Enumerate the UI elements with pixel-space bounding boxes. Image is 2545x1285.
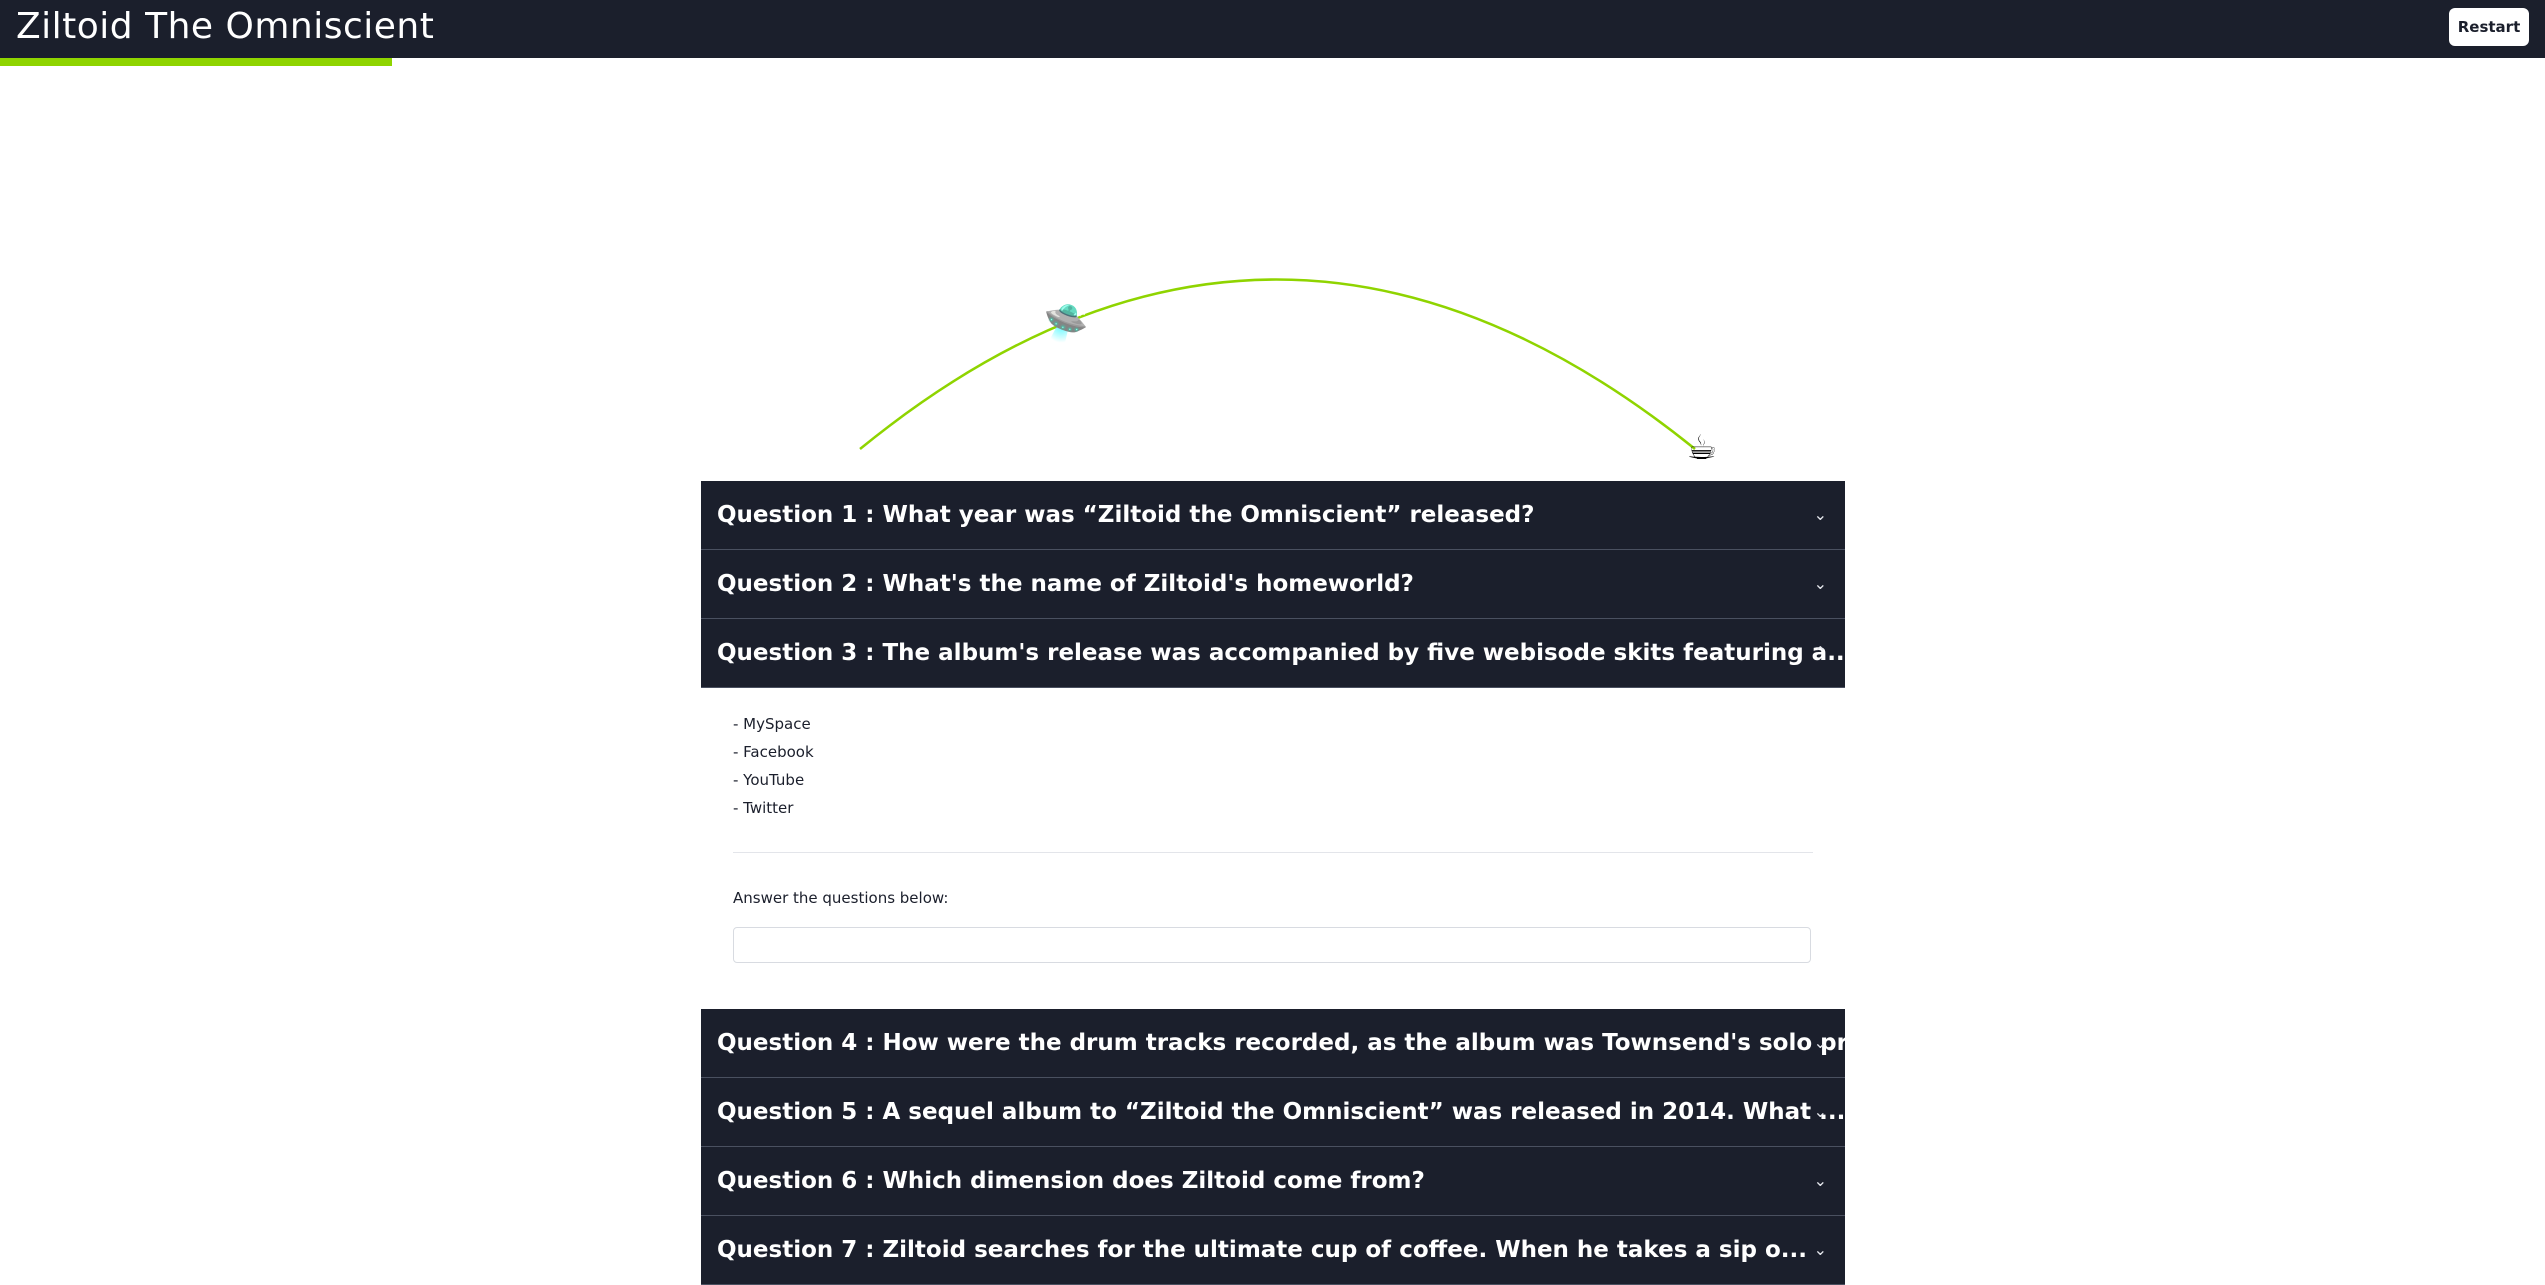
option-item: - MySpace [733, 715, 811, 733]
divider [733, 852, 1813, 853]
question-3-body: - MySpace - Facebook - YouTube - Twitter… [701, 688, 1845, 1009]
chevron-down-icon: ⌄ [1813, 1033, 1827, 1052]
progress-bar-fill [0, 58, 392, 66]
trajectory-path [859, 278, 1696, 450]
app-title: Ziltoid The Omniscient [16, 6, 435, 47]
chevron-up-icon: ⌃ [1813, 643, 1827, 662]
question-6-title: Question 6 : Which dimension does Ziltoi… [717, 1168, 1425, 1194]
question-5-title: Question 5 : A sequel album to “Ziltoid … [717, 1099, 1846, 1125]
option-item: - YouTube [733, 771, 805, 789]
answer-input[interactable] [733, 927, 1811, 963]
question-1-header[interactable]: Question 1 : What year was “Ziltoid the … [701, 481, 1845, 550]
chevron-down-icon: ⌄ [1813, 1171, 1827, 1190]
question-7-title: Question 7 : Ziltoid searches for the ul… [717, 1237, 1807, 1263]
chevron-down-icon: ⌄ [1813, 574, 1827, 593]
option-item: - Twitter [733, 799, 794, 817]
option-item: - Facebook [733, 743, 814, 761]
question-4-header[interactable]: Question 4 : How were the drum tracks re… [701, 1009, 1871, 1078]
top-bar: Ziltoid The Omniscient Restart [0, 0, 2545, 58]
question-6-header[interactable]: Question 6 : Which dimension does Ziltoi… [701, 1147, 1845, 1216]
coffee-cup-icon: ☕ [1687, 428, 1717, 468]
question-7-header[interactable]: Question 7 : Ziltoid searches for the ul… [701, 1216, 1845, 1285]
question-2-title: Question 2 : What's the name of Ziltoid'… [717, 571, 1414, 597]
progress-bar [0, 58, 2545, 66]
chevron-down-icon: ⌄ [1813, 1240, 1827, 1259]
answer-label: Answer the questions below: [733, 889, 949, 907]
restart-button[interactable]: Restart [2449, 8, 2529, 46]
chevron-down-icon: ⌄ [1813, 1102, 1827, 1121]
question-3-title: Question 3 : The album's release was acc… [717, 640, 1854, 666]
question-4-title: Question 4 : How were the drum tracks re… [717, 1030, 1871, 1056]
question-5-header[interactable]: Question 5 : A sequel album to “Ziltoid … [701, 1078, 1845, 1147]
question-1-title: Question 1 : What year was “Ziltoid the … [717, 502, 1535, 528]
question-accordion: Question 1 : What year was “Ziltoid the … [701, 481, 1871, 1285]
question-2-header[interactable]: Question 2 : What's the name of Ziltoid'… [701, 550, 1845, 619]
trajectory-graphic: 🛸 ☕ [859, 278, 1717, 468]
ufo-icon: 🛸 [1044, 301, 1089, 344]
question-3-header[interactable]: Question 3 : The album's release was acc… [701, 619, 1853, 688]
chevron-down-icon: ⌄ [1813, 505, 1827, 524]
